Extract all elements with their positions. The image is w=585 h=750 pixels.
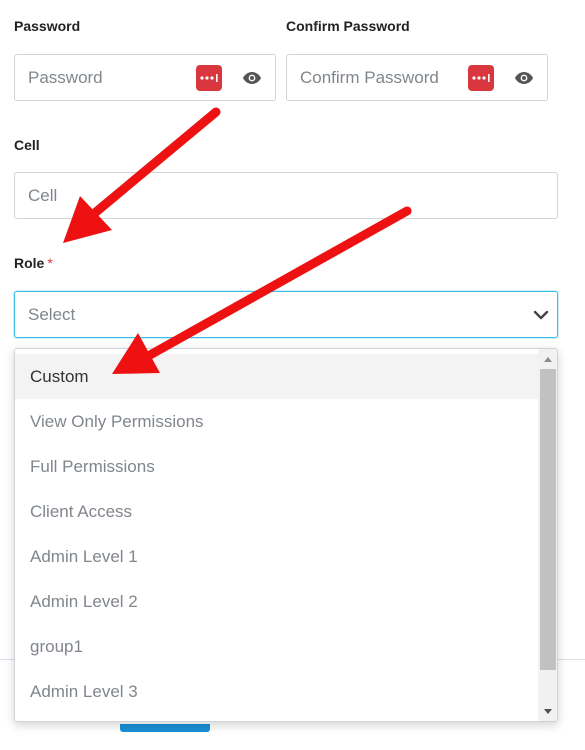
role-option-admin-level-3[interactable]: Admin Level 3 (15, 669, 539, 714)
scroll-up-icon[interactable] (538, 351, 557, 367)
scrollbar-thumb[interactable] (540, 369, 556, 670)
role-option-custom[interactable]: Custom (15, 354, 539, 399)
password-manager-icon[interactable] (196, 64, 222, 91)
role-option-full-permissions[interactable]: Full Permissions (15, 444, 539, 489)
confirm-password-placeholder: Confirm Password (300, 67, 439, 87)
chevron-down-icon (533, 310, 549, 319)
required-mark: * (47, 255, 53, 271)
eye-icon[interactable] (242, 71, 262, 85)
eye-icon[interactable] (514, 71, 534, 85)
cell-placeholder: Cell (28, 185, 58, 205)
role-select[interactable]: Select (14, 291, 558, 338)
role-label-text: Role (14, 255, 45, 271)
cell-input[interactable]: Cell (14, 172, 558, 219)
cell-label: Cell (14, 137, 40, 153)
role-option-group1[interactable]: group1 (15, 624, 539, 669)
submit-button[interactable] (120, 724, 210, 732)
role-option-admin-level-2[interactable]: Admin Level 2 (15, 579, 539, 624)
dropdown-scrollbar[interactable] (538, 349, 557, 721)
role-dropdown-list[interactable]: Custom View Only Permissions Full Permis… (14, 348, 558, 722)
password-input[interactable]: Password (14, 54, 276, 101)
password-label: Password (14, 18, 81, 34)
scroll-down-icon[interactable] (538, 703, 557, 719)
role-option-admin-level-1[interactable]: Admin Level 1 (15, 534, 539, 579)
password-manager-icon[interactable] (468, 64, 494, 91)
confirm-password-label: Confirm Password (286, 18, 410, 34)
password-placeholder: Password (28, 67, 103, 87)
role-option-client-access[interactable]: Client Access (15, 489, 539, 534)
role-label: Role * (14, 255, 53, 271)
role-option-view-only[interactable]: View Only Permissions (15, 399, 539, 444)
role-selected-value: Select (28, 304, 76, 324)
confirm-password-input[interactable]: Confirm Password (286, 54, 548, 101)
